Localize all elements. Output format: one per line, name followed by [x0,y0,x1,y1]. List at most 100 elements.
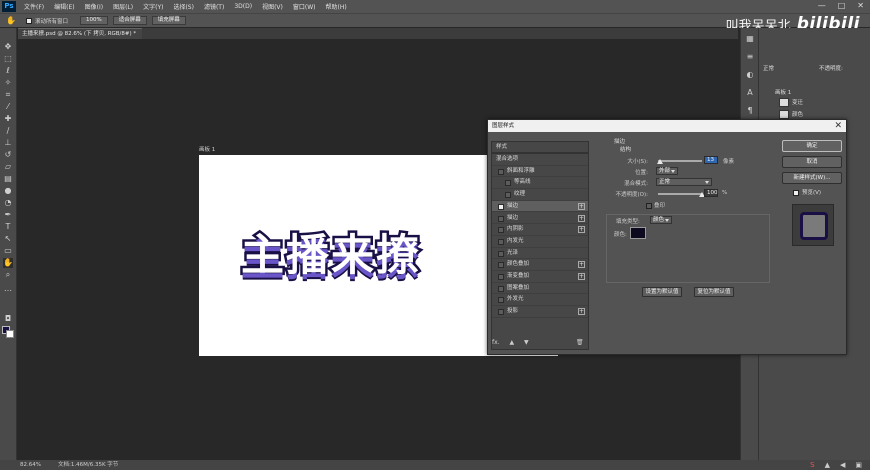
healing-tool-icon[interactable]: ✚ [3,114,13,124]
size-slider-handle[interactable] [657,159,663,164]
style-item[interactable]: 描边 + [492,200,588,213]
style-item[interactable]: 投影 + [492,306,588,318]
zoom-tool-icon[interactable]: ⌕ [3,270,13,280]
style-checkbox[interactable] [498,250,504,257]
size-input[interactable]: 13 [704,156,718,164]
fill-screen-button[interactable]: 填充屏幕 [151,16,186,25]
layer-row[interactable]: 颜色 [779,110,803,119]
add-effect-icon[interactable]: + [578,226,585,234]
stamp-tool-icon[interactable]: ⊥ [3,138,13,148]
delete-effect-icon[interactable]: 🗑 [576,339,584,346]
maximize-button[interactable]: □ [838,1,846,10]
menu-edit[interactable]: 编辑(E) [49,2,79,11]
style-item[interactable]: 内发光 [492,236,588,248]
style-checkbox[interactable] [498,309,504,316]
character-panel-icon[interactable]: A [745,88,755,98]
preview-toggle[interactable]: 预览(V) [793,188,821,196]
blend-mode-select[interactable]: 正常 [656,178,712,186]
eraser-tool-icon[interactable]: ▱ [3,162,13,172]
stroke-color-swatch[interactable] [630,227,646,239]
add-effect-icon[interactable]: + [578,261,585,269]
menu-view[interactable]: 视图(V) [257,2,288,11]
fx-menu-icon[interactable]: fx. [492,339,500,346]
ok-button[interactable]: 确定 [782,140,842,152]
pen-tool-icon[interactable]: ✒ [3,210,13,220]
move-tool-icon[interactable]: ✥ [3,42,13,52]
menu-help[interactable]: 帮助(H) [321,2,352,11]
minimize-button[interactable]: — [818,1,826,10]
style-checkbox[interactable] [505,180,511,187]
background-color[interactable] [6,330,14,338]
volume-icon[interactable]: ◀ [840,460,845,470]
dodge-tool-icon[interactable]: ◔ [3,198,13,208]
document-tab[interactable]: 主播来撩.psd @ 82.6% (下 拷贝, RGB/8#) * [18,28,142,39]
fill-type-select[interactable]: 颜色 [650,216,672,224]
cancel-button[interactable]: 取消 [782,156,842,168]
style-item[interactable]: 渐变叠加 + [492,271,588,283]
brush-tool-icon[interactable]: ∕ [3,126,13,136]
scroll-all-checkbox[interactable] [25,17,32,24]
blur-tool-icon[interactable]: ● [3,186,13,196]
fit-screen-button[interactable]: 适合屏幕 [112,16,147,25]
add-effect-icon[interactable]: + [578,214,585,222]
style-item[interactable]: 颜色叠加 + [492,259,588,271]
styles-header[interactable]: 样式 [491,141,589,153]
crop-tool-icon[interactable]: ⌗ [3,90,13,100]
style-item[interactable]: 内阴影 + [492,224,588,236]
hand-tool-icon[interactable]: ✋ [3,258,13,268]
style-checkbox[interactable] [498,297,504,304]
quick-mask-icon[interactable]: ◘ [3,314,13,324]
menu-3d[interactable]: 3D(D) [229,3,257,10]
style-checkbox[interactable] [498,274,504,280]
set-default-button[interactable]: 设置为默认值 [642,287,682,297]
move-down-icon[interactable]: ▼ [524,339,529,346]
shape-tool-icon[interactable]: ▭ [3,246,13,256]
style-item[interactable]: 等高线 [492,177,588,190]
opacity-slider[interactable] [658,193,702,195]
style-checkbox[interactable] [498,227,504,234]
style-item[interactable]: 光泽 [492,248,588,260]
move-up-icon[interactable]: ▲ [510,339,515,346]
menu-image[interactable]: 图像(I) [80,2,108,11]
reset-default-button[interactable]: 复位为默认值 [694,287,734,297]
paragraph-panel-icon[interactable]: ¶ [745,106,755,116]
style-item[interactable]: 图案叠加 [492,283,588,295]
history-panel-icon[interactable]: ▦ [745,34,755,44]
network-icon[interactable]: ▲ [825,460,830,470]
overprint-checkbox[interactable] [646,202,652,209]
style-item[interactable]: 斜面和浮雕 [492,166,588,178]
opacity-input[interactable]: 100 [704,189,718,197]
marquee-tool-icon[interactable]: ⬚ [3,54,13,64]
menu-window[interactable]: 窗口(W) [288,2,321,11]
lasso-tool-icon[interactable]: ℓ [3,66,13,76]
size-slider[interactable] [658,160,702,162]
zoom-level[interactable]: 82.64% [20,460,41,470]
position-select[interactable]: 外部 [656,167,678,175]
style-item[interactable]: 纹理 [492,189,588,201]
menu-filter[interactable]: 滤镜(T) [199,2,229,11]
menu-file[interactable]: 文件(F) [19,2,49,11]
style-checkbox[interactable] [498,262,504,269]
menu-select[interactable]: 选择(S) [168,2,199,11]
dialog-titlebar[interactable]: 图层样式 ✕ [488,120,846,132]
blend-mode-select[interactable]: 正常 [763,64,774,73]
history-brush-icon[interactable]: ↺ [3,150,13,160]
style-checkbox[interactable] [498,238,504,245]
style-checkbox[interactable] [505,192,511,199]
properties-panel-icon[interactable]: ≡ [745,52,755,62]
close-button[interactable]: ✕ [857,1,864,10]
style-item[interactable]: 外发光 [492,294,588,307]
eyedropper-tool-icon[interactable]: ⁄ [3,102,13,112]
input-method-icon[interactable]: S [810,460,814,470]
new-style-button[interactable]: 新建样式(W)... [782,172,842,184]
style-item[interactable]: 描边 + [492,213,588,225]
more-tools-icon[interactable]: … [3,284,13,294]
preview-checkbox[interactable] [793,189,799,196]
style-checkbox[interactable] [498,168,504,175]
add-effect-icon[interactable]: + [578,202,585,210]
layer-row[interactable]: 变迁 [779,98,803,107]
menu-layer[interactable]: 图层(L) [108,2,138,11]
menu-type[interactable]: 文字(Y) [138,2,168,11]
zoom-100-button[interactable]: 100% [79,16,108,25]
style-checkbox[interactable] [498,285,504,292]
